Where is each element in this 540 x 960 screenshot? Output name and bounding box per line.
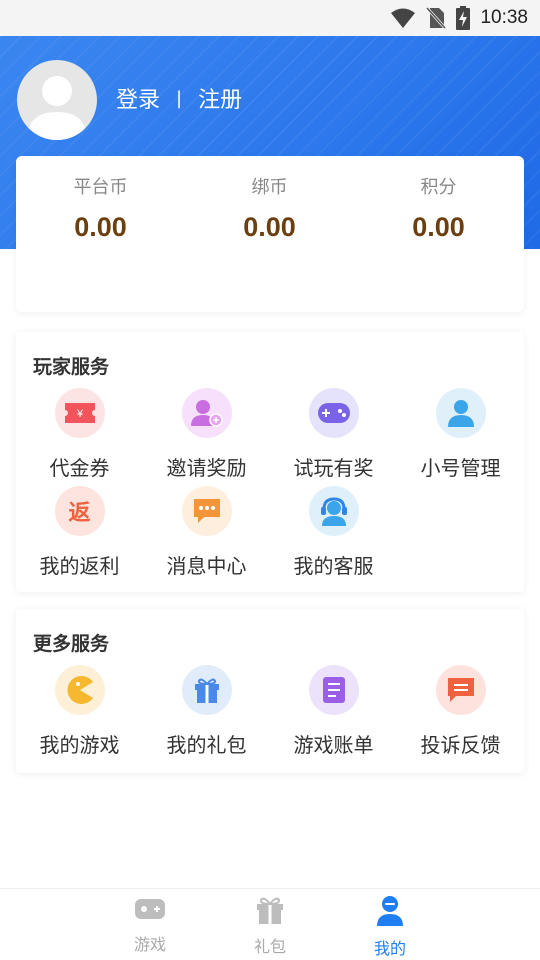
service-label: 我的客服 (293, 554, 374, 578)
service-label: 代金券 (49, 456, 110, 480)
no-sim-icon (426, 6, 447, 30)
headset-icon (308, 486, 359, 536)
wallet-card: 平台币 0.00 绑币 0.00 积分 0.00 (16, 156, 524, 312)
gamepad-icon (308, 388, 359, 438)
service-label: 邀请奖励 (166, 456, 247, 480)
auth-links: 登录 | 注册 (116, 82, 242, 114)
service-label: 试玩有奖 (293, 456, 374, 480)
tab-label: 礼包 (253, 937, 286, 956)
service-message-center[interactable]: 消息中心 (143, 486, 270, 579)
gamepad-icon (135, 899, 165, 919)
tab-games[interactable]: 游戏 (110, 895, 190, 955)
service-trial-reward[interactable]: 试玩有奖 (270, 388, 397, 481)
message-icon (181, 486, 232, 536)
service-label: 消息中心 (166, 554, 247, 578)
service-invite-reward[interactable]: 邀请奖励 (143, 388, 270, 481)
wallet-label: 积分 (420, 177, 457, 198)
login-link[interactable]: 登录 (116, 82, 160, 114)
pacman-icon (54, 665, 105, 715)
status-time: 10:38 (480, 7, 528, 28)
service-my-gifts[interactable]: 我的礼包 (143, 665, 270, 758)
user-icon (377, 896, 403, 926)
wallet-value: 0.00 (74, 212, 127, 242)
bill-icon (308, 665, 359, 715)
service-label: 小号管理 (420, 456, 501, 480)
avatar[interactable] (17, 60, 97, 140)
gift-icon (181, 665, 232, 715)
default-avatar-icon (27, 76, 87, 140)
service-complaint-feedback[interactable]: 投诉反馈 (397, 665, 524, 758)
service-rebate[interactable]: 返 我的返利 (16, 486, 143, 579)
section-title: 玩家服务 (33, 356, 110, 378)
auth-separator: | (176, 87, 183, 109)
wallet-points[interactable]: 积分 0.00 (354, 156, 523, 243)
service-coupon[interactable]: ¥ 代金券 (16, 388, 143, 481)
battery-charging-icon (456, 6, 471, 30)
service-sub-account[interactable]: 小号管理 (397, 388, 524, 481)
tab-mine[interactable]: 我的 (350, 895, 430, 959)
service-label: 我的游戏 (39, 733, 120, 757)
coupon-icon: ¥ (54, 388, 105, 438)
section-title: 更多服务 (33, 633, 110, 655)
wallet-label: 绑币 (251, 177, 288, 198)
wallet-platform-coin[interactable]: 平台币 0.00 (16, 156, 185, 243)
service-label: 我的礼包 (166, 733, 247, 757)
more-services-card: 更多服务 我的游戏 我的礼包 游戏账单 投诉反馈 (16, 609, 524, 773)
wallet-label: 平台币 (73, 177, 128, 198)
bottom-tab-bar: 游戏 礼包 我的 (0, 888, 540, 960)
wifi-icon (391, 8, 416, 28)
rebate-icon: 返 (54, 486, 105, 536)
service-customer-support[interactable]: 我的客服 (270, 486, 397, 579)
player-services-card: 玩家服务 ¥ 代金券 邀请奖励 试玩有奖 小号管理 返 我的返利 消息中心 我的… (16, 332, 524, 592)
tab-label: 我的 (373, 939, 406, 958)
feedback-icon (435, 665, 486, 715)
gift-icon (257, 897, 283, 924)
tab-label: 游戏 (133, 935, 166, 954)
rebate-icon-text: 返 (68, 501, 91, 526)
status-icons: 10:38 (390, 0, 528, 36)
service-label: 游戏账单 (293, 733, 374, 757)
service-label: 我的返利 (39, 554, 120, 578)
service-my-games[interactable]: 我的游戏 (16, 665, 143, 758)
invite-user-icon (181, 388, 232, 438)
wallet-value: 0.00 (412, 212, 465, 242)
register-link[interactable]: 注册 (198, 82, 242, 114)
service-game-bill[interactable]: 游戏账单 (270, 665, 397, 758)
wallet-value: 0.00 (243, 212, 296, 242)
tab-gifts[interactable]: 礼包 (230, 895, 310, 957)
user-icon (435, 388, 486, 438)
svg-text:¥: ¥ (75, 408, 83, 420)
wallet-bound-coin[interactable]: 绑币 0.00 (185, 156, 354, 243)
status-bar: 10:38 (0, 0, 540, 36)
service-label: 投诉反馈 (420, 733, 501, 757)
